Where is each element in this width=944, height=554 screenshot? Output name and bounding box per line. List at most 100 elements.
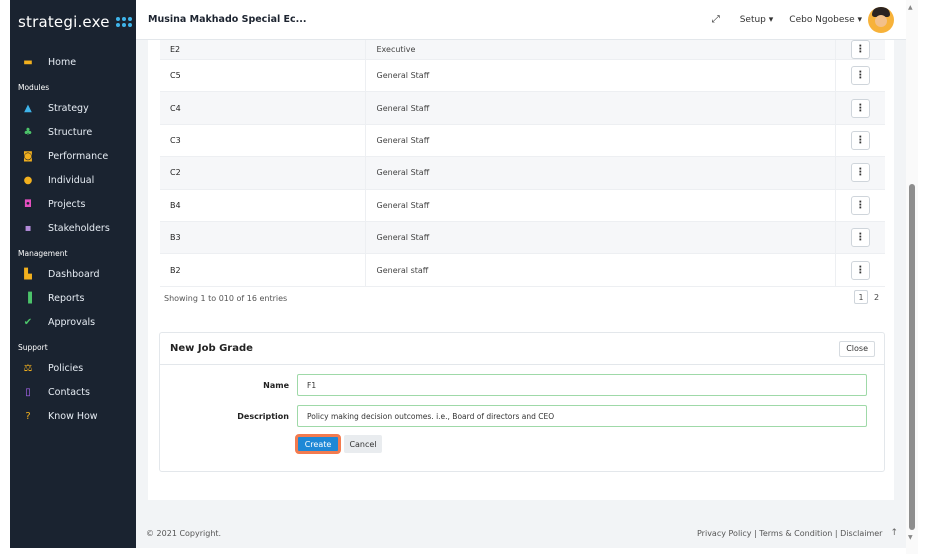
sidebar-item-label: Strategy [48, 102, 89, 114]
main-content: E2 Executive ⋮ C5 General Staff ⋮ C4 General St… [136, 40, 908, 518]
form-title: New Job Grade [170, 343, 253, 354]
sidebar-item-label: Reports [48, 292, 85, 304]
sidebar-item-strategy[interactable]: ▲ Strategy [10, 96, 136, 120]
scroll-up-icon[interactable]: ▲ [908, 4, 913, 11]
user-menu[interactable]: Cebo Ngobese ▾ [789, 15, 862, 25]
projects-icon: ◘ [24, 198, 32, 210]
sidebar-item-approvals[interactable]: ✔ Approvals [10, 310, 136, 334]
scroll-down-icon[interactable]: ▼ [908, 534, 913, 541]
table-row: B2 General staff ⋮ [160, 253, 885, 287]
row-actions-cell: ⋮ [834, 253, 885, 287]
page-scrollbar[interactable]: ▲ ▼ [906, 0, 918, 554]
sidebar-item-label: Know How [48, 410, 98, 422]
setup-dropdown[interactable]: Setup ▾ [740, 15, 774, 25]
row-actions-cell: ⋮ [834, 189, 885, 222]
row-actions-cell: ⋮ [834, 221, 885, 255]
stakeholders-icon: ▪ [24, 222, 32, 234]
sidebar-item-label: Contacts [48, 386, 90, 398]
grade-category-cell: Executive [365, 40, 835, 60]
sidebar-item-reports[interactable]: ▐ Reports [10, 286, 136, 310]
grade-code-cell: C2 [160, 156, 366, 190]
row-menu-icon[interactable]: ⋮ [850, 195, 870, 215]
sidebar-nav: ▬ Home Modules ▲ Strategy ♣ Structure ◙ Performa… [10, 44, 136, 428]
scroll-top-icon[interactable]: ↑ [890, 528, 898, 538]
cancel-button[interactable]: Cancel [344, 435, 382, 453]
grade-category-cell: General Staff [365, 189, 835, 222]
sidebar-item-contacts[interactable]: ▯ Contacts [10, 380, 136, 404]
individual-icon: ● [23, 174, 33, 186]
name-label: Name [263, 380, 289, 390]
create-button[interactable]: Create [295, 434, 341, 454]
grade-code-cell: B4 [160, 189, 366, 222]
brand-logo[interactable]: strategi.exe [10, 0, 136, 44]
table-row: B4 General Staff ⋮ [160, 189, 885, 222]
grade-category-cell: General Staff [365, 156, 835, 190]
organization-title[interactable]: Musina Makhado Special Ec... [148, 14, 307, 25]
avatar[interactable] [868, 6, 894, 33]
row-menu-icon[interactable]: ⋮ [850, 260, 870, 280]
home-icon: ▬ [23, 56, 33, 68]
dashboard-icon: ▙ [24, 268, 32, 280]
table-row: C3 General Staff ⋮ [160, 124, 885, 158]
brand-name: strategi.exe [18, 13, 110, 31]
job-grades-table: E2 Executive ⋮ C5 General Staff ⋮ C4 General St… [160, 40, 885, 287]
new-job-grade-card: New Job Grade Close Name F1 Description … [148, 320, 894, 500]
job-grades-card: E2 Executive ⋮ C5 General Staff ⋮ C4 General St… [148, 40, 894, 320]
sidebar-item-policies[interactable]: ⚖ Policies [10, 356, 136, 380]
table-row: B3 General Staff ⋮ [160, 221, 885, 255]
sidebar: strategi.exe ▬ Home Modules ▲ Strategy ♣ Struc… [10, 0, 136, 548]
sidebar-item-label: Individual [48, 174, 95, 186]
row-actions-cell: ⋮ [834, 156, 885, 190]
grade-code-cell: E2 [160, 40, 366, 60]
nav-section-management: Management [18, 249, 68, 258]
description-label: Description [237, 411, 289, 421]
row-menu-icon[interactable]: ⋮ [850, 66, 870, 86]
row-menu-icon[interactable]: ⋮ [850, 40, 870, 59]
grade-code-cell: C4 [160, 91, 366, 125]
grade-category-cell: General Staff [365, 124, 835, 158]
nav-section-support: Support [18, 343, 48, 352]
contacts-icon: ▯ [25, 386, 31, 398]
row-menu-icon[interactable]: ⋮ [850, 228, 870, 248]
sidebar-item-projects[interactable]: ◘ Projects [10, 192, 136, 216]
sidebar-item-label: Home [48, 56, 77, 68]
grade-code-cell: C5 [160, 59, 366, 93]
sidebar-item-home[interactable]: ▬ Home [10, 50, 136, 74]
row-menu-icon[interactable]: ⋮ [850, 98, 870, 118]
sidebar-item-stakeholders[interactable]: ▪ Stakeholders [10, 216, 136, 240]
row-menu-icon[interactable]: ⋮ [850, 130, 870, 150]
grade-category-cell: General staff [365, 253, 835, 287]
row-actions-cell: ⋮ [834, 124, 885, 158]
sidebar-item-individual[interactable]: ● Individual [10, 168, 136, 192]
strategy-icon: ▲ [24, 102, 32, 114]
form-header: New Job Grade Close [160, 333, 884, 365]
sidebar-item-performance[interactable]: ◙ Performance [10, 144, 136, 168]
close-button[interactable]: Close [839, 340, 875, 357]
page-1-button[interactable]: 1 [854, 290, 868, 304]
table-row: C5 General Staff ⋮ [160, 59, 885, 93]
policies-icon: ⚖ [23, 362, 33, 374]
name-input[interactable]: F1 [297, 374, 867, 396]
nav-section-modules: Modules [18, 83, 50, 92]
description-row: Description [160, 405, 289, 427]
fullscreen-icon[interactable]: ⤢ [712, 14, 720, 25]
grade-code-cell: B3 [160, 221, 366, 255]
sidebar-item-label: Approvals [48, 316, 96, 328]
scrollbar-thumb[interactable] [909, 184, 915, 530]
name-row: Name [160, 374, 289, 396]
footer-links[interactable]: Privacy Policy | Terms & Condition | Dis… [697, 529, 882, 538]
topbar-actions: ⤢ Setup ▾ Cebo Ngobese ▾ [712, 6, 908, 33]
page-2-link[interactable]: 2 [874, 293, 879, 302]
sidebar-item-dashboard[interactable]: ▙ Dashboard [10, 262, 136, 286]
sidebar-item-structure[interactable]: ♣ Structure [10, 120, 136, 144]
description-input[interactable]: Policy making decision outcomes. i.e., B… [297, 405, 867, 427]
structure-icon: ♣ [23, 126, 33, 138]
grade-category-cell: General Staff [365, 221, 835, 255]
copyright-text: © 2021 Copyright. [146, 528, 222, 538]
sidebar-item-know-how[interactable]: ? Know How [10, 404, 136, 428]
row-menu-icon[interactable]: ⋮ [850, 163, 870, 183]
topbar: Musina Makhado Special Ec... ⤢ Setup ▾ C… [136, 0, 908, 40]
reports-icon: ▐ [24, 292, 32, 304]
entries-info: Showing 1 to 010 of 16 entries [164, 294, 288, 303]
new-job-grade-form: New Job Grade Close Name F1 Description … [159, 332, 885, 472]
